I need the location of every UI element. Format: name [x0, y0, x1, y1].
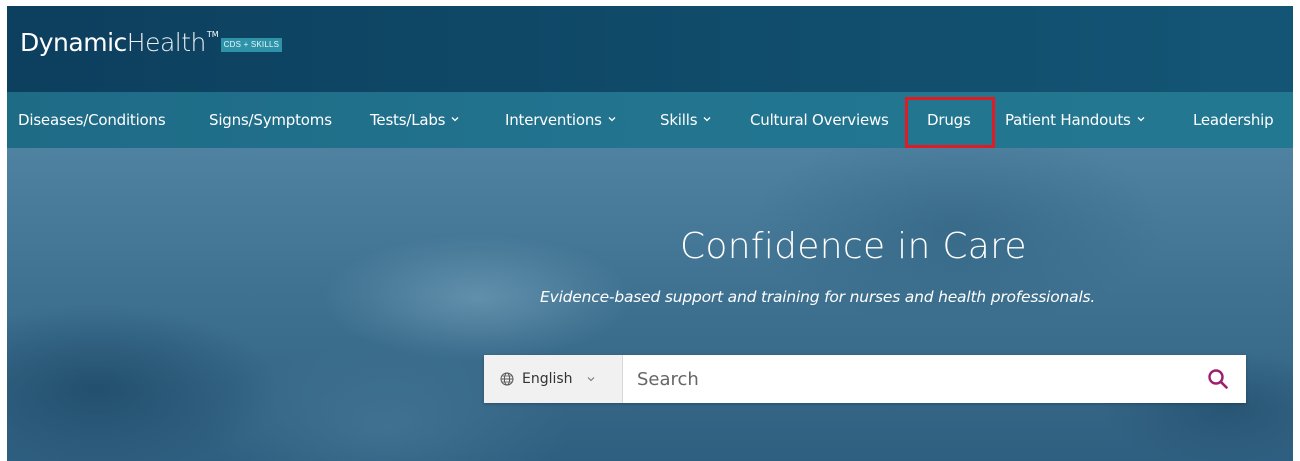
nav-item-label: Skills — [660, 111, 698, 129]
nav-item-interventions[interactable]: Interventions — [505, 92, 616, 148]
nav-item-patient-handouts[interactable]: Patient Handouts — [1005, 92, 1145, 148]
nav-item-label: Tests/Labs — [370, 111, 446, 129]
nav-item-leadership[interactable]: Leadership — [1193, 92, 1274, 148]
nav-item-drugs[interactable]: Drugs — [927, 92, 971, 148]
chevron-down-icon — [587, 377, 594, 382]
dynamichealth-logo[interactable]: Dynamic Health TM CDS + SKILLS — [20, 28, 283, 57]
globe-icon — [500, 372, 514, 386]
brand-bar: Dynamic Health TM CDS + SKILLS — [7, 6, 1293, 92]
logo-badge: CDS + SKILLS — [220, 38, 283, 52]
logo-trademark: TM — [206, 30, 219, 39]
hero-subtitle: Evidence-based support and training for … — [540, 288, 1096, 306]
main-nav: Diseases/Conditions Signs/Symptoms Tests… — [7, 92, 1293, 148]
logo-word-dynamic: Dynamic — [20, 28, 127, 57]
nav-item-label: Interventions — [505, 111, 602, 129]
search-bar: English — [484, 355, 1246, 403]
nav-item-label: Cultural Overviews — [750, 111, 889, 129]
nav-item-signs-symptoms[interactable]: Signs/Symptoms — [209, 92, 332, 148]
language-selector[interactable]: English — [484, 355, 623, 403]
logo-word-health: Health — [126, 28, 207, 57]
nav-item-label: Drugs — [927, 111, 971, 129]
nav-item-label: Diseases/Conditions — [18, 111, 166, 129]
nav-item-skills[interactable]: Skills — [660, 92, 711, 148]
search-icon — [1208, 369, 1228, 389]
search-button[interactable] — [1190, 355, 1246, 403]
nav-item-label: Patient Handouts — [1005, 111, 1131, 129]
chevron-down-icon — [1137, 117, 1145, 122]
nav-item-label: Leadership — [1193, 111, 1274, 129]
chevron-down-icon — [608, 117, 616, 122]
language-label: English — [522, 371, 573, 387]
page-frame: Dynamic Health TM CDS + SKILLS Diseases/… — [7, 6, 1293, 461]
nav-item-cultural-overviews[interactable]: Cultural Overviews — [750, 92, 889, 148]
hero-title: Confidence in Care — [680, 226, 1027, 267]
hero-banner: Confidence in Care Evidence-based suppor… — [7, 148, 1293, 461]
search-input[interactable] — [623, 355, 1190, 403]
nav-item-tests-labs[interactable]: Tests/Labs — [370, 92, 459, 148]
chevron-down-icon — [703, 117, 711, 122]
chevron-down-icon — [451, 117, 459, 122]
nav-item-diseases-conditions[interactable]: Diseases/Conditions — [18, 92, 166, 148]
nav-item-label: Signs/Symptoms — [209, 111, 332, 129]
